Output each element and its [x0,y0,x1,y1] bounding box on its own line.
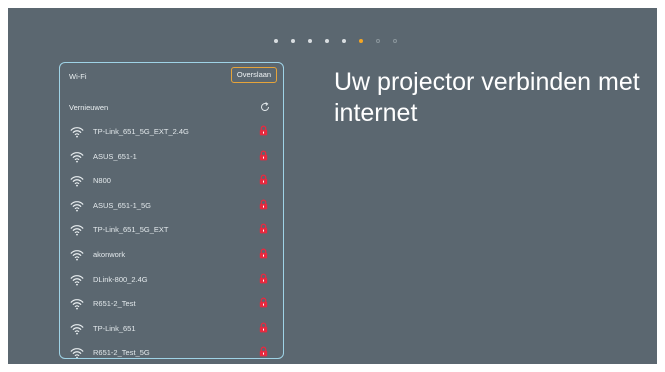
network-item[interactable]: TP-Link_651_5G_EXT_2.4G [60,122,283,147]
network-name: N800 [93,176,111,186]
network-name: akonwork [93,249,126,259]
wifi-signal-icon [70,323,84,335]
progress-dot [325,39,329,43]
refresh-icon[interactable] [259,101,271,113]
lock-icon [259,273,268,283]
progress-dot [393,39,397,43]
network-name: TP-Link_651_5G_EXT [93,225,169,235]
wifi-signal-icon [70,348,84,358]
network-name: ASUS_651-1 [93,151,137,161]
wifi-signal-icon [70,299,84,310]
skip-button[interactable]: Overslaan [231,67,277,83]
network-item[interactable]: TP-Link_651 [60,319,283,344]
wifi-signal-icon [70,225,84,236]
network-item[interactable]: ASUS_651-1 [60,147,283,172]
network-name: ASUS_651-1_5G [93,200,151,210]
lock-icon [259,150,268,160]
progress-dot [274,39,278,43]
network-name: DLink-800_2.4G [93,274,148,284]
network-item[interactable]: N800 [60,171,283,196]
lock-icon [259,322,268,333]
network-item[interactable]: DLink-800_2.4G [60,270,283,295]
lock-icon [259,346,268,357]
wifi-signal-icon [70,127,84,138]
network-item[interactable]: akonwork [60,245,283,270]
lock-icon [259,199,268,210]
lock-icon [259,125,268,136]
page-heading: Uw projector verbinden met internet [334,68,640,127]
progress-dot [376,39,380,43]
wifi-panel-header: Wi-Fi Overslaan [60,63,283,88]
progress-dot [308,39,312,43]
wifi-signal-icon [70,250,84,261]
network-item[interactable]: ASUS_651-1_5G [60,196,283,221]
network-list: TP-Link_651_5G_EXT_2.4G ASUS_651-1 N800 ASU… [60,122,283,358]
network-name: R651-2_Test [93,299,136,309]
progress-dot [359,39,363,43]
wifi-panel-title: Wi-Fi [69,72,87,81]
network-item[interactable]: R651-2_Test_5G [60,343,283,358]
network-name: R651-2_Test_5G [93,348,150,358]
wifi-panel: Wi-Fi Overslaan Vernieuwen TP-Link_651_5… [59,62,284,359]
progress-dots [274,37,410,45]
refresh-label: Vernieuwen [69,103,109,112]
progress-dot [342,39,346,43]
network-name: TP-Link_651 [93,323,136,333]
network-name: TP-Link_651_5G_EXT_2.4G [93,127,189,136]
progress-dot [291,39,295,43]
wifi-signal-icon [70,200,84,212]
lock-icon [259,248,268,259]
wifi-signal-icon [70,176,84,187]
network-item[interactable]: TP-Link_651_5G_EXT [60,220,283,245]
setup-screen: Wi-Fi Overslaan Vernieuwen TP-Link_651_5… [8,8,657,364]
lock-icon [259,223,268,234]
lock-icon [259,297,268,308]
wifi-signal-icon [70,274,84,286]
lock-icon [259,174,268,185]
wifi-signal-icon [70,151,84,163]
refresh-row[interactable]: Vernieuwen [60,99,283,115]
network-item[interactable]: R651-2_Test [60,294,283,319]
